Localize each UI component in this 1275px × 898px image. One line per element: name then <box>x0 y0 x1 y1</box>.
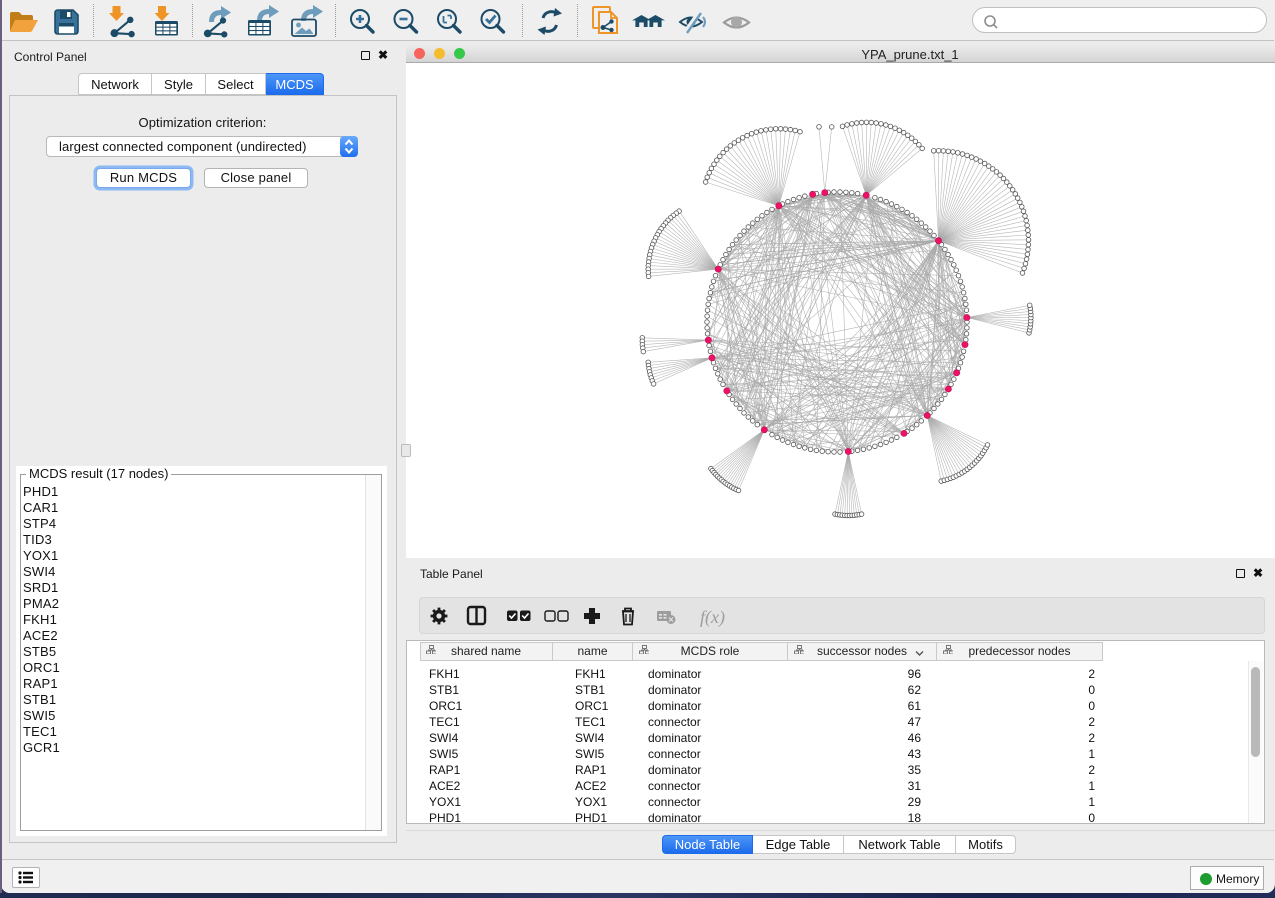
svg-text:f(x): f(x) <box>700 607 725 628</box>
